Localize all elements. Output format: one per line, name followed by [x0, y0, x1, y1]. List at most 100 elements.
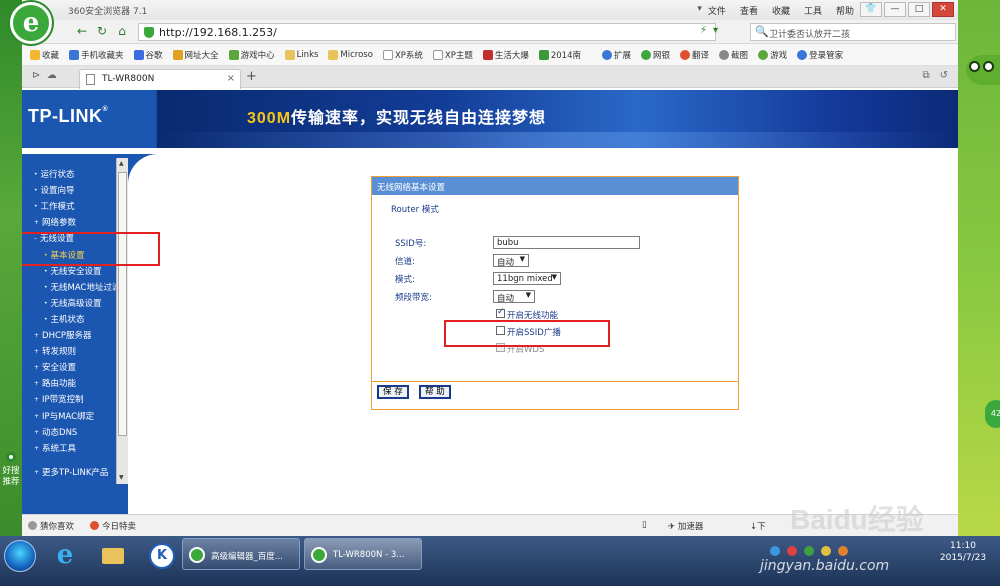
new-tab-button[interactable]: +: [246, 69, 257, 84]
tab-close-icon[interactable]: ×: [227, 73, 235, 84]
tool-screenshot[interactable]: 截图: [719, 49, 748, 61]
menu-item-1[interactable]: • 设置向导: [34, 184, 75, 196]
back-arrow-icon[interactable]: ←: [74, 23, 90, 39]
fav-xp-theme[interactable]: XP主题: [432, 49, 473, 61]
minimize-button[interactable]: —: [884, 2, 906, 17]
menu-item-17[interactable]: + 系统工具: [34, 442, 76, 454]
address-bar[interactable]: http://192.168.1.253/: [138, 23, 716, 41]
menu-file[interactable]: 文件: [708, 4, 726, 17]
tool-extensions[interactable]: 扩展: [602, 49, 631, 61]
title-bar: e 360安全浏览器 7.1 ▾ 文件 查看 收藏 工具 帮助 👕 — □ ✕: [10, 0, 958, 44]
home-icon[interactable]: ⌂: [114, 23, 130, 39]
haosou-widget[interactable]: 好搜推荐: [2, 452, 20, 488]
scroll-down-icon[interactable]: ▼: [119, 474, 124, 481]
task-editor[interactable]: 高级编辑器_百度...: [182, 538, 300, 570]
bullet-icon: +: [34, 380, 40, 388]
fav-daquan[interactable]: 网址大全: [172, 49, 219, 61]
gamepad-icon: [228, 50, 239, 60]
status-accelerator[interactable]: ✈ 加速器: [668, 520, 703, 532]
tray-icon[interactable]: [787, 546, 797, 556]
google-icon: [133, 50, 144, 60]
bullet-icon: +: [34, 428, 40, 436]
tray-icon[interactable]: [838, 546, 848, 556]
close-button[interactable]: ✕: [932, 2, 954, 17]
menu-item-7[interactable]: • 无线MAC地址过滤: [44, 281, 120, 293]
menu-item-13[interactable]: + 路由功能: [34, 377, 76, 389]
menu-favorites[interactable]: 收藏: [772, 4, 790, 17]
menu-item-8[interactable]: • 无线高级设置: [44, 297, 102, 309]
fav-google[interactable]: 谷歌: [133, 49, 163, 61]
browser-logo-icon[interactable]: e: [10, 2, 52, 44]
menu-item-12[interactable]: + 安全设置: [34, 361, 76, 373]
bandwidth-select[interactable]: 自动 ▼: [493, 290, 535, 304]
bullet-icon: •: [44, 283, 48, 291]
menu-item-18[interactable]: + 更多TP-LINK产品: [34, 466, 108, 478]
menu-item-10[interactable]: + DHCP服务器: [34, 329, 92, 341]
sidebar-toggle-icon[interactable]: ⊳ ☁: [32, 70, 57, 81]
scrollbar-thumb[interactable]: [118, 172, 127, 436]
fav-xp-system[interactable]: XP系统: [382, 49, 423, 61]
menu-item-16[interactable]: + 动态DNS: [34, 426, 77, 438]
tray-icon[interactable]: [804, 546, 814, 556]
tab-tl-wr800n[interactable]: TL-WR800N ×: [79, 69, 241, 89]
bullet-icon: +: [34, 444, 40, 452]
fav-games[interactable]: 游戏中心: [228, 49, 275, 61]
restore-tab-icon[interactable]: ⧉: [922, 70, 929, 81]
channel-select[interactable]: 自动 ▼: [493, 254, 529, 268]
ssid-input[interactable]: bubu: [493, 236, 640, 249]
tray-icon[interactable]: [770, 546, 780, 556]
baidu-watermark: Baidu经验: [790, 504, 924, 535]
undo-close-icon[interactable]: ↺: [940, 70, 948, 81]
search-input[interactable]: 卫计委否认放开二孩: [769, 27, 850, 40]
save-button[interactable]: 保 存: [377, 385, 409, 399]
start-button[interactable]: [4, 540, 36, 572]
ie-icon[interactable]: e: [48, 540, 82, 570]
tray-icon[interactable]: [821, 546, 831, 556]
status-deals[interactable]: 今日特卖: [90, 520, 136, 532]
menu-item-0[interactable]: • 运行状态: [34, 168, 75, 180]
k-app-icon[interactable]: [144, 540, 178, 570]
menu-scrollbar[interactable]: ▲ ▼: [116, 158, 128, 484]
menu-item-15[interactable]: + IP与MAC绑定: [34, 410, 94, 422]
status-download[interactable]: ↓下: [750, 520, 766, 532]
tool-games[interactable]: 游戏: [758, 49, 787, 61]
refresh-icon[interactable]: ↻: [94, 23, 110, 39]
tool-translate[interactable]: 翻译: [680, 49, 709, 61]
fav-collect[interactable]: 收藏: [30, 49, 59, 61]
status-guess[interactable]: 猜你喜欢: [28, 520, 74, 532]
skin-icon[interactable]: 👕: [860, 2, 882, 17]
folder-icon[interactable]: [96, 540, 130, 570]
phone-icon[interactable]: ▯: [642, 520, 647, 530]
tool-bank[interactable]: 网银: [641, 49, 670, 61]
menu-tools[interactable]: 工具: [804, 4, 822, 17]
menu-item-3[interactable]: + 网络参数: [34, 216, 76, 228]
tool-login-manager[interactable]: 登录管家: [797, 49, 843, 61]
search-box[interactable]: 🔍 卫计委否认放开二孩: [750, 23, 956, 41]
menu-view[interactable]: 查看: [740, 4, 758, 17]
mode-select[interactable]: 11bgn mixed ▼: [493, 272, 561, 285]
dropdown-icon[interactable]: ▾: [713, 25, 718, 36]
fav-microsoft[interactable]: Microso: [328, 49, 373, 61]
clock[interactable]: 11:10 2015/7/23: [928, 540, 998, 564]
fav-links[interactable]: Links: [284, 49, 318, 61]
menu-help[interactable]: 帮助: [836, 4, 854, 17]
menu-arrow-icon[interactable]: ▾: [697, 4, 702, 17]
extension-icon: [602, 50, 612, 60]
help-button[interactable]: 帮 助: [419, 385, 451, 399]
menu-item-9[interactable]: • 主机状态: [44, 313, 85, 325]
url-text[interactable]: http://192.168.1.253/: [159, 26, 277, 39]
menu-item-11[interactable]: + 转发规则: [34, 345, 76, 357]
fav-mobile[interactable]: 手机收藏夹: [69, 49, 124, 61]
menu-item-14[interactable]: + IP带宽控制: [34, 393, 84, 405]
menu-item-2[interactable]: • 工作模式: [34, 200, 75, 212]
scroll-up-icon[interactable]: ▲: [119, 160, 124, 167]
wireless-enable-checkbox[interactable]: [496, 307, 505, 318]
fav-2014[interactable]: 2014南: [538, 49, 581, 61]
speed-badge[interactable]: 42: [985, 400, 1000, 428]
compat-mode-icon[interactable]: ⚡: [700, 25, 707, 36]
menu-item-6[interactable]: • 无线安全设置: [44, 265, 102, 277]
fav-big-bang[interactable]: 生活大爆: [482, 49, 529, 61]
maximize-button[interactable]: □: [908, 2, 930, 17]
jingyan-watermark: jingyan.baidu.com: [760, 558, 890, 574]
task-router-page[interactable]: TL-WR800N - 3...: [304, 538, 422, 570]
